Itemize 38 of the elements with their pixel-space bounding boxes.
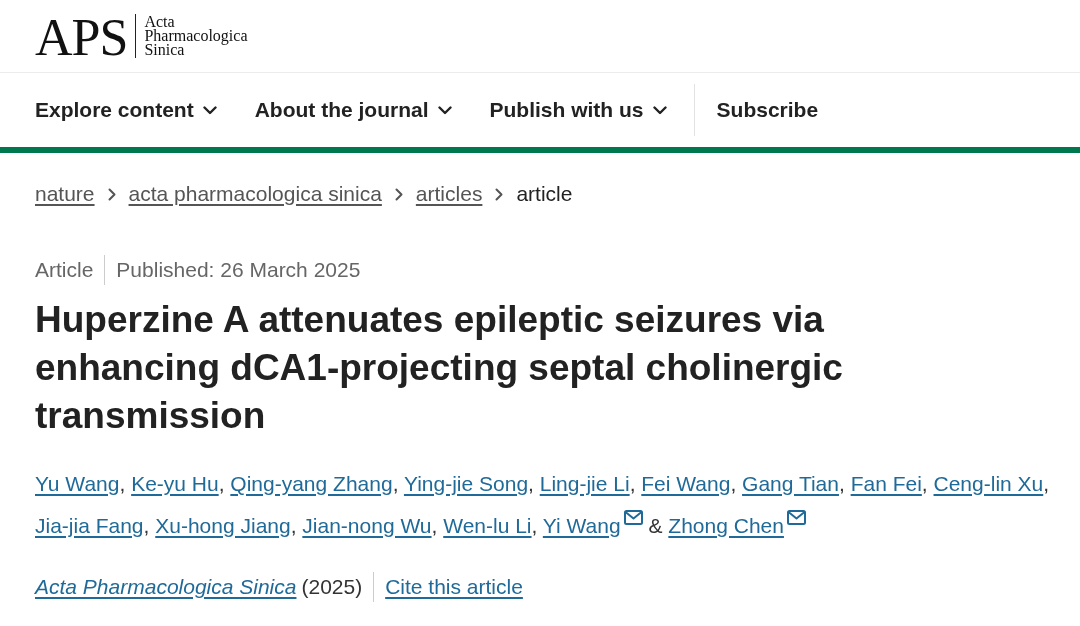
chevron-down-icon — [202, 105, 217, 115]
nav-menu-button[interactable]: Explore content — [35, 94, 217, 126]
author-link[interactable]: Jia-jia Fang — [35, 514, 144, 537]
chevron-right-icon — [394, 187, 403, 201]
author-link[interactable]: Ke-yu Hu — [131, 472, 219, 495]
author-link[interactable]: Ceng-lin Xu — [933, 472, 1044, 495]
author-link[interactable]: Qing-yang Zhang — [230, 472, 393, 495]
author-link[interactable]: Zhong Chen — [668, 514, 784, 537]
author-link[interactable]: Fei Wang — [641, 472, 731, 495]
author-list: Yu Wang, Ke-yu Hu, Qing-yang Zhang, Ying-jie Song, Ling-jie Li, Fei Wang, Gang Tian, Fan Fei, Ceng-lin Xu, Jia-jia Fang, Xu-hong Jiang, Jian-nong Wu, Wen-lu Li, Yi Wang & Zhong Chen — [35, 463, 1070, 547]
logo-journal-name: Acta Pharmacologica Sinica — [144, 12, 248, 57]
article-title: Huperzine A attenuates epileptic seizures via enhancing dCA1-projecting septal cholinergic transmission — [35, 298, 844, 438]
chevron-right-icon — [495, 187, 504, 201]
publish-date: Published: 26 March 2025 — [116, 257, 361, 283]
author-link[interactable]: Ying-jie Song — [403, 472, 529, 495]
publication-year: (2025) — [301, 574, 363, 600]
chevron-down-icon — [437, 105, 452, 115]
author-link[interactable]: Yi Wang — [542, 514, 621, 537]
nav-link-button[interactable]: Subscribe — [716, 94, 819, 126]
breadcrumb-link[interactable]: acta pharmacologica sinica — [128, 179, 382, 209]
logo-abbreviation: APS — [35, 14, 128, 62]
author-link[interactable]: Yu Wang — [35, 472, 120, 495]
author-link[interactable]: Gang Tian — [742, 472, 839, 495]
breadcrumb-link[interactable]: nature — [35, 179, 95, 209]
article-type: Article — [35, 257, 94, 283]
journal-link[interactable]: Acta Pharmacologica Sinica — [35, 572, 297, 602]
nav-menu-button[interactable]: About the journal — [254, 94, 452, 126]
author-link[interactable]: Jian-nong Wu — [302, 514, 432, 537]
author-link[interactable]: Fan Fei — [850, 472, 922, 495]
cite-link[interactable]: Cite this article — [385, 572, 523, 602]
chevron-down-icon — [652, 105, 667, 115]
author-link[interactable]: Ling-jie Li — [539, 472, 630, 495]
breadcrumb-link[interactable]: articles — [415, 179, 483, 209]
breadcrumb-current: article — [516, 181, 573, 207]
nav-menu-button[interactable]: Publish with us — [489, 94, 667, 126]
author-link[interactable]: Xu-hong Jiang — [155, 514, 291, 537]
chevron-right-icon — [107, 187, 116, 201]
author-link[interactable]: Wen-lu Li — [443, 514, 532, 537]
